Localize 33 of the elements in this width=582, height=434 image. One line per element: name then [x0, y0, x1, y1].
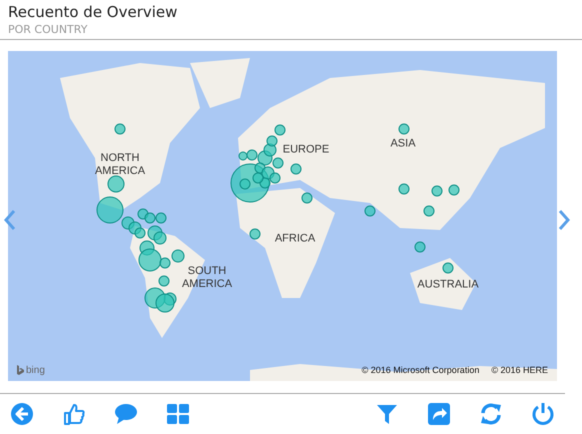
data-bubble[interactable]: [156, 294, 174, 312]
map-label: NORTH AMERICA: [94, 152, 146, 178]
tiles-icon[interactable]: [166, 402, 190, 426]
data-bubble[interactable]: [238, 152, 248, 160]
refresh-icon[interactable]: [479, 402, 503, 426]
data-bubble[interactable]: [250, 228, 260, 240]
logo-icon: [16, 365, 24, 376]
speech-bubble-icon[interactable]: [114, 402, 138, 426]
map-credit: © 2016 Microsoft Corporation: [362, 365, 480, 375]
data-bubble[interactable]: [144, 212, 156, 224]
data-bubble[interactable]: [364, 206, 376, 216]
data-bubble[interactable]: [156, 212, 166, 224]
map-label: SOUTH AMERICA: [180, 265, 234, 291]
data-bubble[interactable]: [154, 232, 166, 244]
share-icon[interactable]: [427, 402, 451, 426]
thumbs-up-icon[interactable]: [62, 402, 86, 426]
map-label: EUROPE: [282, 144, 330, 156]
data-bubble[interactable]: [302, 192, 312, 204]
map-logo: bing: [26, 365, 45, 376]
power-icon[interactable]: [531, 402, 555, 426]
report-title: Recuento de Overview: [8, 2, 178, 22]
data-bubble[interactable]: [108, 176, 124, 192]
data-bubble[interactable]: [414, 242, 426, 252]
back-icon[interactable]: [10, 402, 34, 426]
map-label: AUSTRALIA: [417, 278, 479, 292]
filter-icon[interactable]: [375, 402, 399, 426]
data-bubble[interactable]: [96, 196, 124, 224]
map-label: AFRICA: [274, 232, 316, 246]
data-bubble[interactable]: [134, 228, 146, 238]
map-label: ASIA: [390, 138, 416, 150]
report-subtitle: POR COUNTRY: [8, 22, 88, 38]
data-bubble[interactable]: [138, 248, 162, 272]
map-credit: © 2016 HERE: [491, 365, 548, 375]
